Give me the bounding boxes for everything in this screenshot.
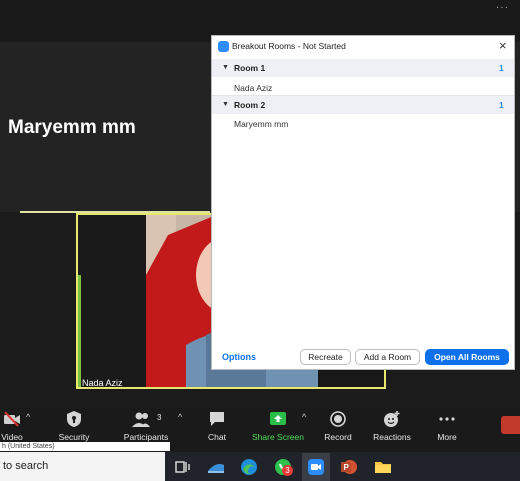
room-member[interactable]: Nada Aziz [234, 83, 272, 93]
breakout-rooms-dialog: Breakout Rooms - Not Started × ▼ Room 1 … [211, 35, 515, 370]
participants-options-caret[interactable]: ^ [178, 412, 182, 422]
svg-text:P: P [344, 463, 350, 472]
security-label: Security [58, 432, 90, 442]
stop-video-button[interactable]: Video [0, 410, 42, 442]
reactions-icon [362, 410, 422, 428]
room-member[interactable]: Maryemm mm [234, 119, 288, 129]
record-button[interactable]: Record [308, 410, 368, 442]
open-all-rooms-button[interactable]: Open All Rooms [425, 349, 509, 365]
room-participant-count: 1 [499, 63, 504, 73]
share-screen-button[interactable]: Share Screen [248, 410, 308, 442]
task-view-icon[interactable] [172, 456, 194, 478]
speaker-name: Maryemm mm [8, 117, 136, 138]
participants-icon [116, 410, 176, 428]
whatsapp-badge: 3 [282, 465, 293, 476]
more-dots-icon [417, 410, 477, 428]
more-label: More [437, 432, 457, 442]
language-indicator: h (United States) [0, 442, 170, 451]
video-label: Video [1, 432, 23, 442]
share-options-caret[interactable]: ^ [302, 412, 306, 422]
share-screen-icon [248, 410, 308, 428]
recreate-button[interactable]: Recreate [300, 349, 351, 365]
security-button[interactable]: Security [44, 410, 104, 442]
end-meeting-button[interactable] [501, 416, 520, 434]
video-options-caret[interactable]: ^ [26, 412, 30, 422]
more-button[interactable]: More [417, 410, 477, 442]
video-off-icon [0, 410, 42, 428]
chat-icon [187, 410, 247, 428]
video-tile-background [78, 215, 146, 387]
dialog-title: Breakout Rooms - Not Started [232, 41, 346, 51]
edge-browser-icon[interactable] [238, 456, 260, 478]
chat-label: Chat [208, 432, 226, 442]
reactions-label: Reactions [373, 432, 411, 442]
participants-label: Participants [123, 432, 169, 442]
more-options-icon[interactable]: ··· [496, 2, 509, 13]
options-link[interactable]: Options [222, 352, 256, 362]
video-participant-name: Nada Aziz [82, 378, 123, 388]
zoom-logo-icon [218, 41, 229, 52]
desktop-app-icon[interactable] [205, 456, 227, 478]
room-label: Room 2 [234, 100, 266, 110]
audio-level-bar [78, 275, 81, 387]
participants-button[interactable]: Participants [116, 410, 176, 442]
room-row-2[interactable]: ▼ Room 2 1 [212, 96, 514, 114]
dialog-titlebar: Breakout Rooms - Not Started × [212, 36, 514, 57]
collapse-caret-icon[interactable]: ▼ [222, 64, 229, 71]
powerpoint-icon[interactable]: P [338, 456, 360, 478]
participants-count: 3 [157, 413, 162, 422]
close-icon[interactable]: × [499, 38, 507, 53]
taskbar-search-box[interactable]: to search [0, 452, 165, 481]
record-icon [308, 410, 368, 428]
chat-button[interactable]: Chat [187, 410, 247, 442]
room-row-1[interactable]: ▼ Room 1 1 [212, 59, 514, 77]
collapse-caret-icon[interactable]: ▼ [222, 101, 229, 108]
reactions-button[interactable]: Reactions [362, 410, 422, 442]
add-room-button[interactable]: Add a Room [355, 349, 420, 365]
zoom-app-icon[interactable] [305, 456, 327, 478]
file-explorer-icon[interactable] [372, 456, 394, 478]
record-label: Record [324, 432, 352, 442]
room-participant-count: 1 [499, 100, 504, 110]
share-screen-label: Share Screen [252, 432, 304, 442]
shield-icon [44, 410, 104, 428]
room-label: Room 1 [234, 63, 266, 73]
